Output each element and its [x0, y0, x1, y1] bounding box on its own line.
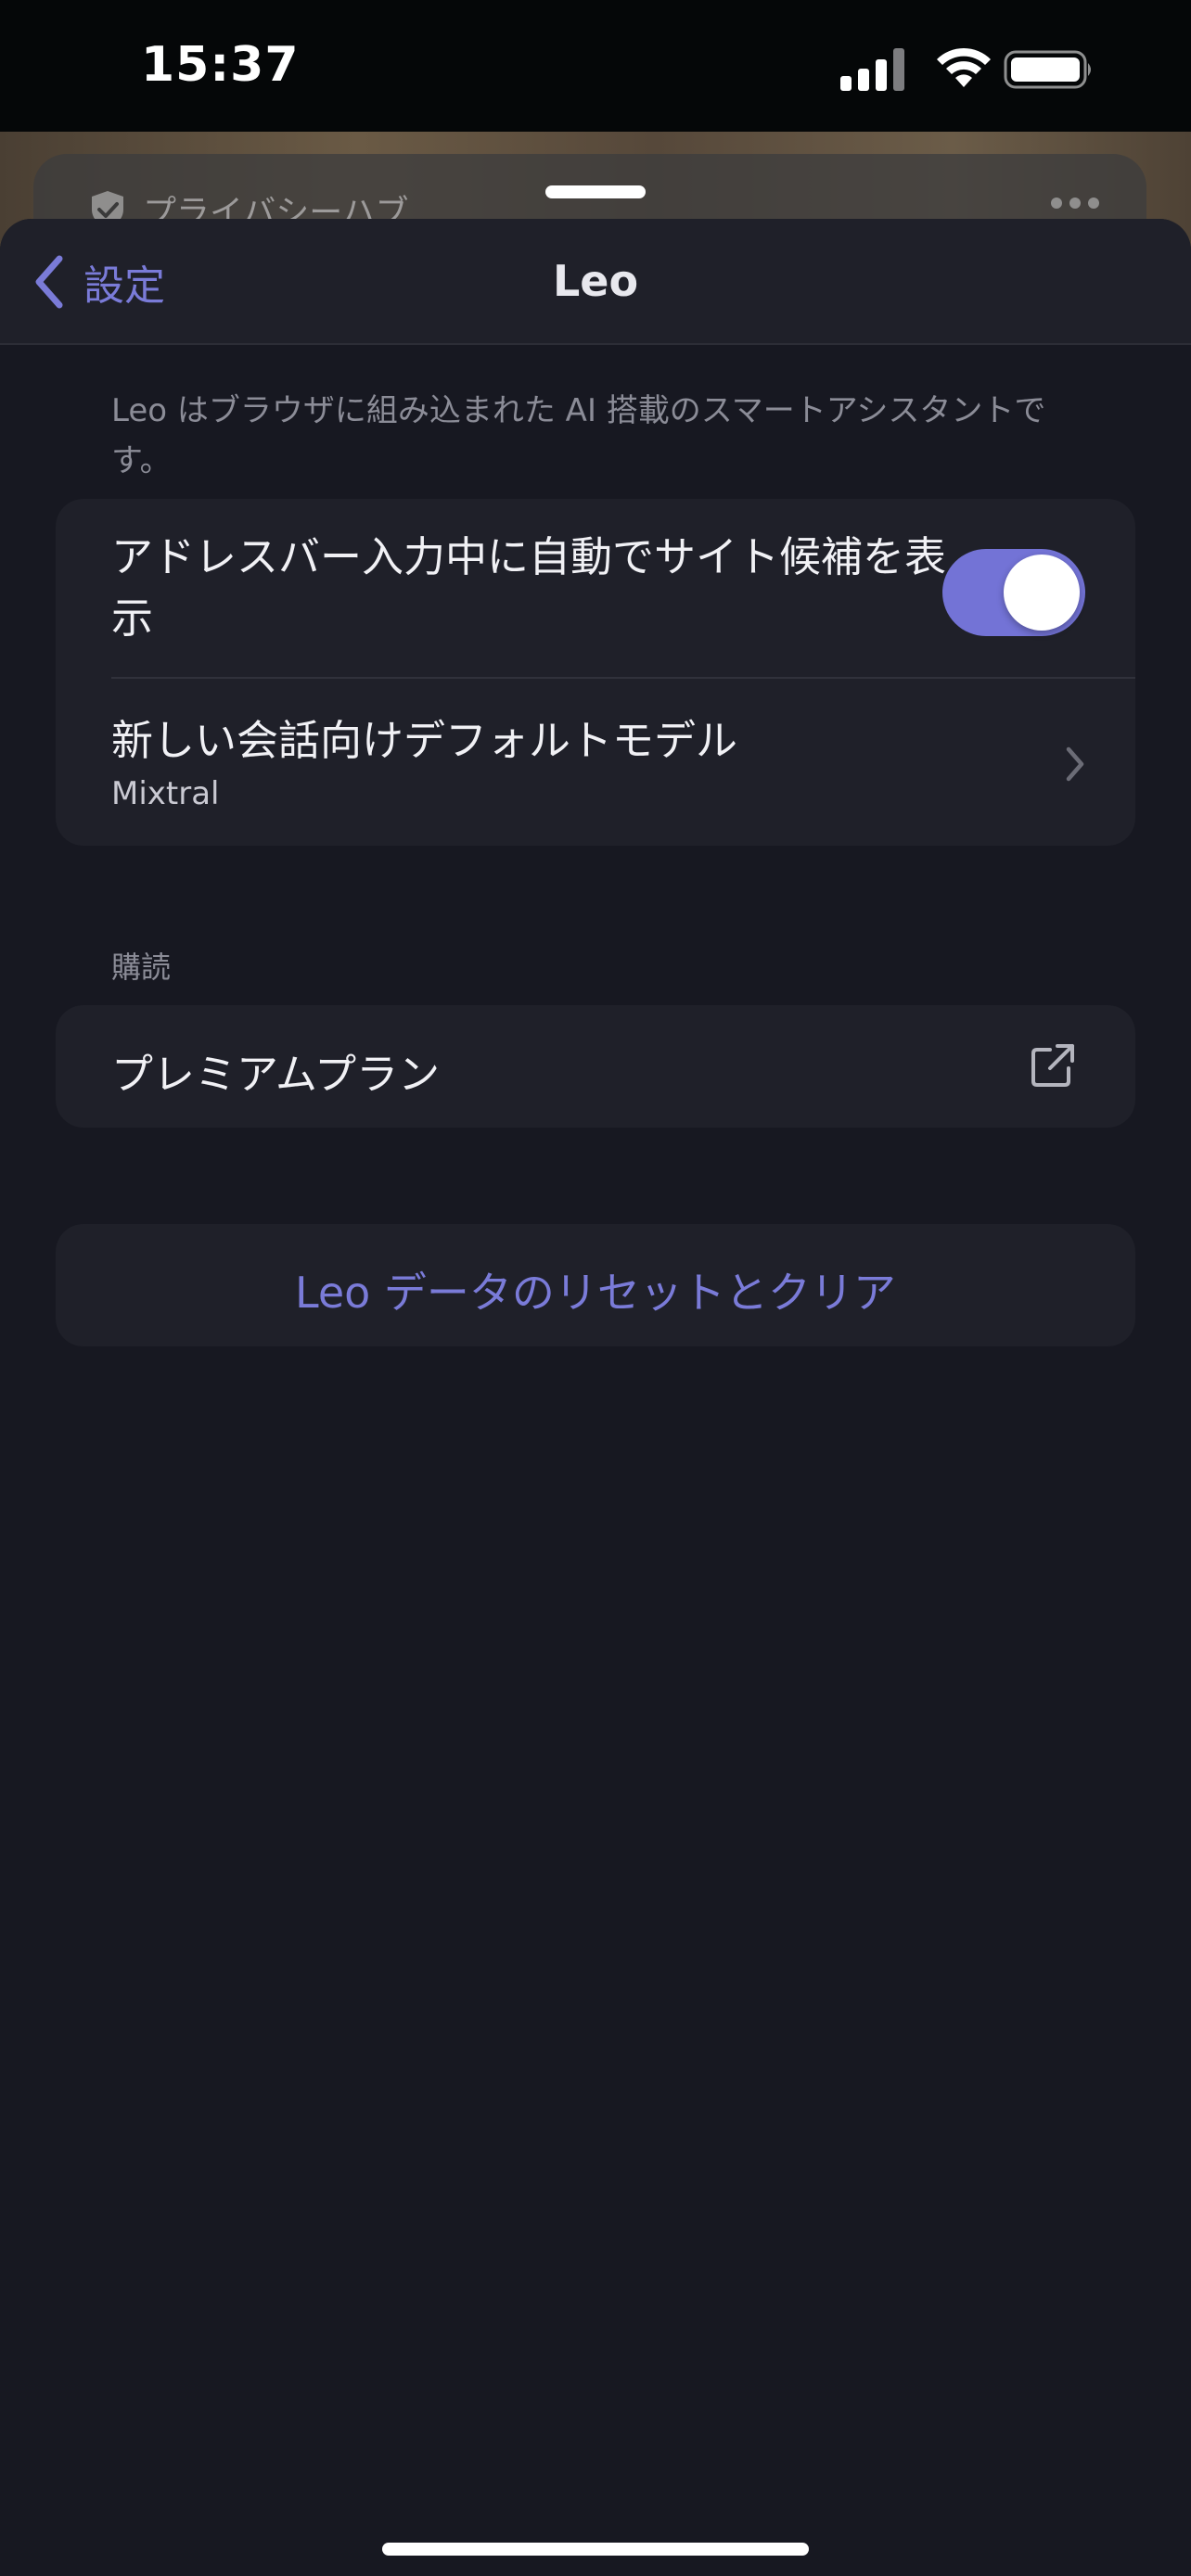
- page-title: Leo: [552, 256, 639, 306]
- leo-settings-sheet: 設定 Leo Leo はブラウザに組み込まれた AI 搭載のスマートアシスタント…: [0, 219, 1191, 2576]
- autocomplete-toggle[interactable]: [942, 549, 1085, 636]
- leo-description: Leo はブラウザに組み込まれた AI 搭載のスマートアシスタントです。: [111, 392, 1046, 479]
- subscription-section-header: 購読: [111, 950, 172, 985]
- toggle-knob: [1004, 555, 1080, 631]
- premium-plan-row[interactable]: プレミアムプラン: [56, 1005, 1135, 1128]
- status-time: 15:37: [141, 37, 300, 93]
- status-bar: 15:37: [0, 0, 1191, 132]
- nav-bar: 設定 Leo: [0, 219, 1191, 345]
- autocomplete-setting-row: アドレスバー入力中に自動でサイト候補を表示: [56, 499, 1135, 675]
- chevron-right-icon: [1066, 746, 1084, 782]
- premium-plan-label: プレミアムプラン: [111, 1050, 441, 1099]
- battery-icon: [1004, 50, 1091, 89]
- wifi-icon: [937, 47, 991, 87]
- reset-leo-data-button[interactable]: Leo データのリセットとクリア: [56, 1224, 1135, 1346]
- leo-settings-group: アドレスバー入力中に自動でサイト候補を表示 新しい会話向けデフォルトモデル Mi…: [56, 499, 1135, 846]
- signal-icon: [840, 48, 904, 91]
- home-indicator: [382, 2543, 809, 2556]
- screen: 15:37 プライバシーハブ 設定 Leo Leo はブラウザに組み込まれた A…: [0, 0, 1191, 2576]
- autocomplete-setting-label: アドレスバー入力中に自動でサイト候補を表示: [111, 532, 947, 643]
- status-icons: [822, 46, 1100, 93]
- external-link-icon: [1031, 1044, 1074, 1087]
- default-model-row[interactable]: 新しい会話向けデフォルトモデル Mixtral: [56, 679, 1135, 846]
- reset-leo-data-label: Leo データのリセットとクリア: [295, 1268, 896, 1318]
- default-model-label: 新しい会話向けデフォルトモデル: [111, 716, 738, 765]
- sheet-grabber[interactable]: [545, 185, 646, 198]
- more-icon: [1051, 198, 1099, 209]
- default-model-value: Mixtral: [111, 775, 220, 812]
